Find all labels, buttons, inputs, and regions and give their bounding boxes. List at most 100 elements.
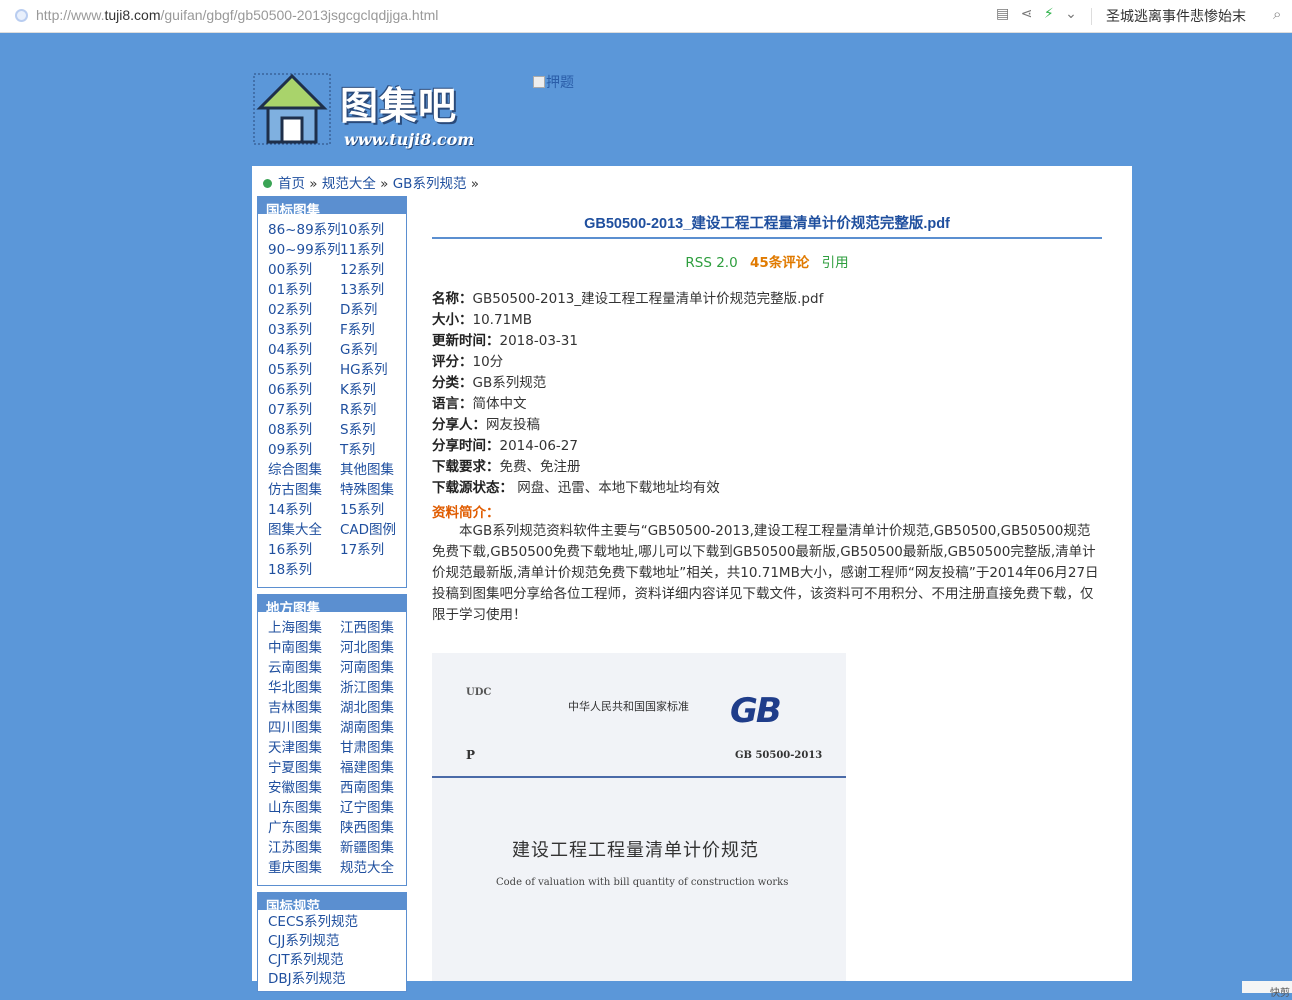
info-value: 2014-06-27: [499, 438, 578, 454]
url-field[interactable]: http://www.tuji8.com/guifan/gbgf/gb50500…: [36, 7, 438, 23]
sidebar-link[interactable]: 02系列: [268, 300, 340, 320]
divider: [1091, 8, 1092, 25]
logo-domain: www.tuji8.com: [344, 130, 475, 149]
sidebar-link[interactable]: 01系列: [268, 280, 340, 300]
breadcrumb: 首页 » 规范大全 » GB系列规范 »: [263, 172, 479, 192]
sidebar-link[interactable]: 陕西图集: [340, 818, 412, 838]
sidebar-link[interactable]: CJT系列规范: [258, 951, 406, 970]
sidebar-link[interactable]: G系列: [340, 340, 412, 360]
article-title[interactable]: GB50500-2013_建设工程工程量清单计价规范完整版.pdf: [432, 202, 1102, 237]
sidebar-link[interactable]: 11系列: [340, 240, 412, 260]
sidebar-link[interactable]: 86~89系列: [268, 220, 341, 240]
sidebar-link[interactable]: 四川图集: [268, 718, 340, 738]
sidebar-link[interactable]: CJJ系列规范: [258, 932, 406, 951]
sidebar-link[interactable]: D系列: [340, 300, 412, 320]
sidebar-link[interactable]: 仿古图集: [268, 480, 340, 500]
crumb-guifan[interactable]: 规范大全: [322, 176, 376, 192]
sidebar-link[interactable]: F系列: [340, 320, 412, 340]
share-icon[interactable]: ⋖: [1021, 6, 1033, 22]
sidebar-link[interactable]: 06系列: [268, 380, 340, 400]
site-logo[interactable]: 图集吧 www.tuji8.com: [252, 70, 477, 152]
sidebar-link[interactable]: 湖南图集: [340, 718, 412, 738]
sidebar-link[interactable]: 14系列: [268, 500, 340, 520]
info-row: 评分：10分: [432, 352, 1102, 373]
crumb-home[interactable]: 首页: [278, 176, 305, 192]
sidebar-link[interactable]: 西南图集: [340, 778, 412, 798]
broken-image-icon: [533, 76, 545, 88]
sidebar-link[interactable]: 浙江图集: [340, 678, 412, 698]
sidebar-link[interactable]: 河北图集: [340, 638, 412, 658]
sidebar-link[interactable]: 04系列: [268, 340, 340, 360]
sidebar-link[interactable]: DBJ系列规范: [258, 970, 406, 989]
sidebar-link[interactable]: 天津图集: [268, 738, 340, 758]
logo-text: 图集吧: [340, 84, 458, 128]
sidebar-link[interactable]: 宁夏图集: [268, 758, 340, 778]
sidebar-link[interactable]: 90~99系列: [268, 240, 341, 260]
sidebar-link[interactable]: 15系列: [340, 500, 412, 520]
bolt-icon[interactable]: ⚡: [1044, 6, 1054, 22]
info-key: 更新时间：: [432, 333, 500, 349]
sidebar-link[interactable]: CECS系列规范: [258, 913, 406, 932]
sidebar-link[interactable]: K系列: [340, 380, 412, 400]
sidebar-link[interactable]: 12系列: [340, 260, 412, 280]
sidebar-link[interactable]: 特殊图集: [340, 480, 412, 500]
info-value: 免费、免注册: [499, 459, 581, 475]
sidebar-link[interactable]: 16系列: [268, 540, 340, 560]
intro-heading: 资料简介：: [432, 505, 500, 521]
sidebar-link[interactable]: 吉林图集: [268, 698, 340, 718]
rss-link[interactable]: RSS 2.0: [685, 255, 737, 271]
cite-link[interactable]: 引用: [822, 255, 849, 271]
sidebar-link[interactable]: 05系列: [268, 360, 340, 380]
sidebar-link[interactable]: 山东图集: [268, 798, 340, 818]
sidebar-link[interactable]: 江西图集: [340, 618, 412, 638]
search-icon[interactable]: ⌕: [1273, 5, 1281, 23]
sidebar-link[interactable]: 新疆图集: [340, 838, 412, 858]
article-meta: RSS 2.0 45条评论 引用: [432, 251, 1102, 287]
sidebar-link[interactable]: 09系列: [268, 440, 340, 460]
sidebar-link[interactable]: 00系列: [268, 260, 340, 280]
sidebar-link[interactable]: 湖北图集: [340, 698, 412, 718]
sidebar-link[interactable]: 13系列: [340, 280, 412, 300]
sidebar-link[interactable]: HG系列: [340, 360, 412, 380]
sidebar-link[interactable]: 广东图集: [268, 818, 340, 838]
main-content: 首页 » 规范大全 » GB系列规范 » 国标图集 86~89系列 10系列 90~…: [252, 166, 1132, 992]
sidebar-link[interactable]: 重庆图集: [268, 858, 340, 878]
sidebar-difang: 地方图集 上海图集 江西图集 中南图集 河北图集 云南图集 河南图集 华北图集 浙江图集 吉林图…: [257, 594, 407, 886]
reader-icon[interactable]: ▤: [996, 6, 1009, 22]
info-value: 10.71MB: [472, 312, 533, 328]
file-info: 名称：GB50500-2013_建设工程工程量清单计价规范完整版.pdf 大小：1…: [432, 287, 1102, 499]
chevron-down-icon[interactable]: ⌄: [1065, 6, 1077, 22]
sidebar-link[interactable]: 辽宁图集: [340, 798, 412, 818]
sidebar-link[interactable]: 综合图集: [268, 460, 340, 480]
crumb-gb[interactable]: GB系列规范: [393, 176, 467, 192]
sidebar-link[interactable]: 江苏图集: [268, 838, 340, 858]
sidebar-link[interactable]: 河南图集: [340, 658, 412, 678]
sidebar-link[interactable]: R系列: [340, 400, 412, 420]
sidebar-link[interactable]: CAD图例: [340, 520, 412, 540]
ad-image[interactable]: 押题: [533, 72, 574, 92]
hot-search-link[interactable]: 圣城逃离事件悲惨始末: [1106, 6, 1246, 26]
sidebar-link[interactable]: 17系列: [340, 540, 412, 560]
info-row: 下载源状态： 网盘、迅雷、本地下载地址均有效: [432, 478, 1102, 499]
sidebar-link[interactable]: 其他图集: [340, 460, 412, 480]
article: GB50500-2013_建设工程工程量清单计价规范完整版.pdf RSS 2.…: [432, 202, 1102, 626]
status-bar: 快剪: [1242, 981, 1292, 999]
sidebar-link[interactable]: 华北图集: [268, 678, 340, 698]
sidebar-link[interactable]: 上海图集: [268, 618, 340, 638]
sidebar-link[interactable]: S系列: [340, 420, 412, 440]
cover-title-cn: 建设工程工程量清单计价规范: [512, 840, 759, 861]
sidebar-link[interactable]: T系列: [340, 440, 412, 460]
sidebar-link[interactable]: 福建图集: [340, 758, 412, 778]
sidebar-link[interactable]: 安徽图集: [268, 778, 340, 798]
sidebar-link[interactable]: 甘肃图集: [340, 738, 412, 758]
sidebar-link[interactable]: 图集大全: [268, 520, 340, 540]
sidebar-link[interactable]: 03系列: [268, 320, 340, 340]
comments-link[interactable]: 45条评论: [750, 255, 809, 271]
sidebar-link[interactable]: 规范大全: [340, 858, 412, 878]
sidebar-link[interactable]: 18系列: [268, 560, 340, 580]
sidebar-link[interactable]: 07系列: [268, 400, 340, 420]
sidebar-link[interactable]: 中南图集: [268, 638, 340, 658]
sidebar-link[interactable]: 08系列: [268, 420, 340, 440]
sidebar-link[interactable]: 10系列: [340, 220, 412, 240]
sidebar-link[interactable]: 云南图集: [268, 658, 340, 678]
